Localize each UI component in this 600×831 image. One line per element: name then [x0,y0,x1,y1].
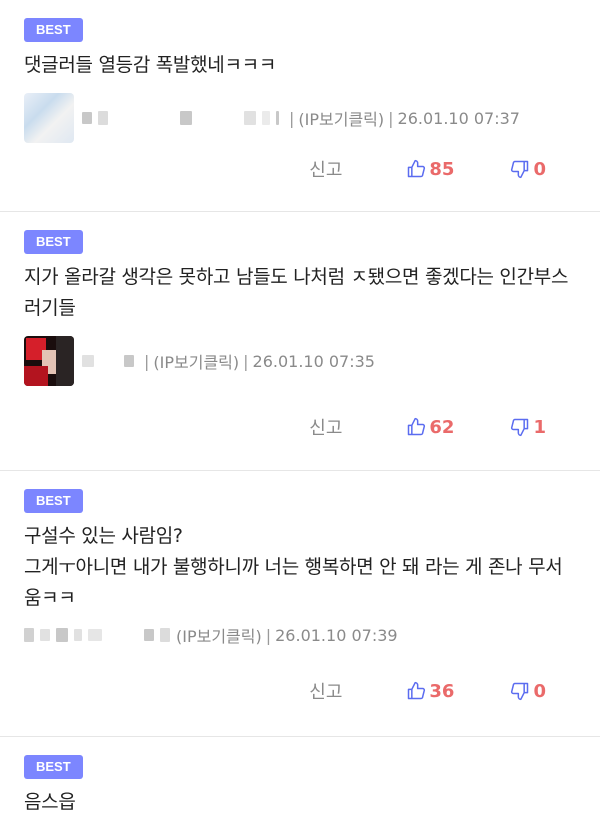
dislike-count: 0 [533,158,546,180]
dislike-button[interactable]: 0 [510,159,546,180]
thumbs-down-icon [511,418,529,437]
nickname-blurred[interactable] [24,628,170,642]
separator: | [388,108,394,128]
avatar[interactable] [24,336,74,386]
report-button[interactable]: 신고 [309,414,342,440]
like-button[interactable]: 36 [406,681,454,702]
timestamp: 26.01.10 07:39 [275,625,398,645]
comment-text-line: 구설수 있는 사람임? [24,525,183,547]
nickname-blurred[interactable] [82,355,134,367]
dislike-count: 1 [533,416,546,438]
comment-text: 댓글러들 열등감 폭발했네ㅋㅋㅋ [24,54,277,76]
comment-text: 지가 올라갈 생각은 못하고 남들도 나처럼 ㅈ됐으면 좋겠다는 인간부스러기들 [24,266,569,319]
separator: | [289,108,295,128]
comment-actions: 신고 85 0 [0,154,600,184]
timestamp: 26.01.10 07:35 [252,351,375,371]
like-button[interactable]: 62 [406,417,454,438]
timestamp: 26.01.10 07:37 [397,108,520,128]
comment-meta: | (IP보기클릭) | 26.01.10 07:35 [24,336,576,386]
thumbs-down-icon [511,682,529,701]
comment-actions: 신고 62 1 [0,412,600,442]
separator: | [144,351,150,371]
ip-view-link[interactable]: (IP보기클릭) [153,349,239,373]
like-count: 36 [429,680,455,702]
best-badge: BEST [24,489,83,513]
comment-meta: | (IP보기클릭) | 26.01.10 07:37 [24,93,576,143]
comment-text: 구설수 있는 사람임? 그게ㅜ아니면 내가 불행하니까 너는 행복하면 안 돼 … [24,521,576,614]
thumbs-up-icon [408,417,426,436]
ip-view-link[interactable]: (IP보기클릭) [176,623,262,647]
dislike-button[interactable]: 1 [510,417,546,438]
ip-view-link[interactable]: (IP보기클릭) [298,106,384,130]
comment-item: BEST 음스읍 [0,737,600,831]
report-button[interactable]: 신고 [309,156,342,182]
avatar[interactable] [24,93,74,143]
separator: | [243,351,249,371]
best-badge: BEST [24,755,83,779]
thumbs-up-icon [408,681,426,700]
best-badge: BEST [24,18,83,42]
like-count: 85 [429,158,455,180]
nickname-blurred[interactable] [82,111,279,125]
like-count: 62 [429,416,455,438]
thumbs-down-icon [511,160,529,179]
thumbs-up-icon [408,159,426,178]
comment-actions: 신고 36 0 [0,676,600,706]
separator: | [265,625,272,645]
comment-meta: (IP보기클릭) | 26.01.10 07:39 [24,620,576,650]
like-button[interactable]: 85 [406,159,454,180]
comment-text-line: 그게ㅜ아니면 내가 불행하니까 너는 행복하면 안 돼 라는 게 존나 무서움ㅋ… [24,556,563,609]
best-badge: BEST [24,230,83,254]
report-button[interactable]: 신고 [309,678,342,704]
comment-text: 음스읍 [24,791,76,813]
dislike-button[interactable]: 0 [510,681,546,702]
dislike-count: 0 [533,680,546,702]
